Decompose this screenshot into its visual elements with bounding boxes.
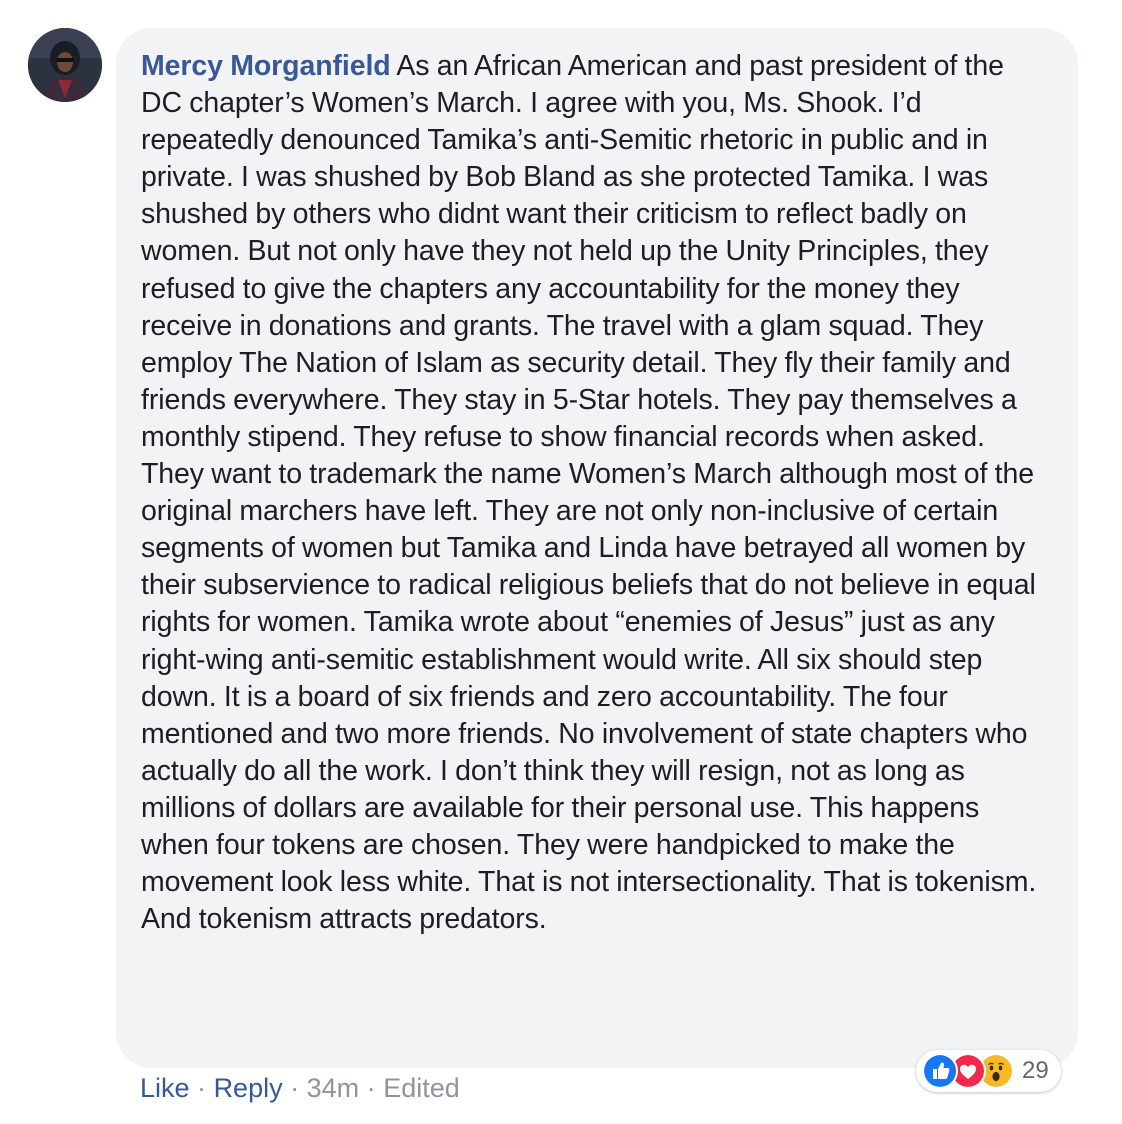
comment-actions: Like · Reply · 34m · Edited (140, 1070, 460, 1106)
reactions-summary[interactable]: 29 (916, 1050, 1061, 1092)
comment-bubble: Mercy Morganfield As an African American… (116, 28, 1078, 1068)
separator-dot: · (197, 1073, 207, 1103)
comment-timestamp[interactable]: 34m (307, 1073, 360, 1103)
reply-link[interactable]: Reply (214, 1073, 283, 1103)
reaction-count: 29 (1022, 1057, 1049, 1084)
comment-body: Mercy Morganfield As an African American… (141, 48, 1048, 938)
comment-text: As an African American and past presiden… (141, 50, 1037, 936)
comment-author-link[interactable]: Mercy Morganfield (141, 50, 391, 82)
author-avatar[interactable] (28, 28, 102, 102)
like-reaction-icon (922, 1053, 958, 1089)
separator-dot: · (366, 1073, 376, 1103)
edited-label[interactable]: Edited (383, 1073, 460, 1103)
like-link[interactable]: Like (140, 1073, 190, 1103)
reaction-icons (922, 1053, 1014, 1089)
user-avatar-icon (28, 28, 102, 102)
separator-dot: · (290, 1073, 300, 1103)
